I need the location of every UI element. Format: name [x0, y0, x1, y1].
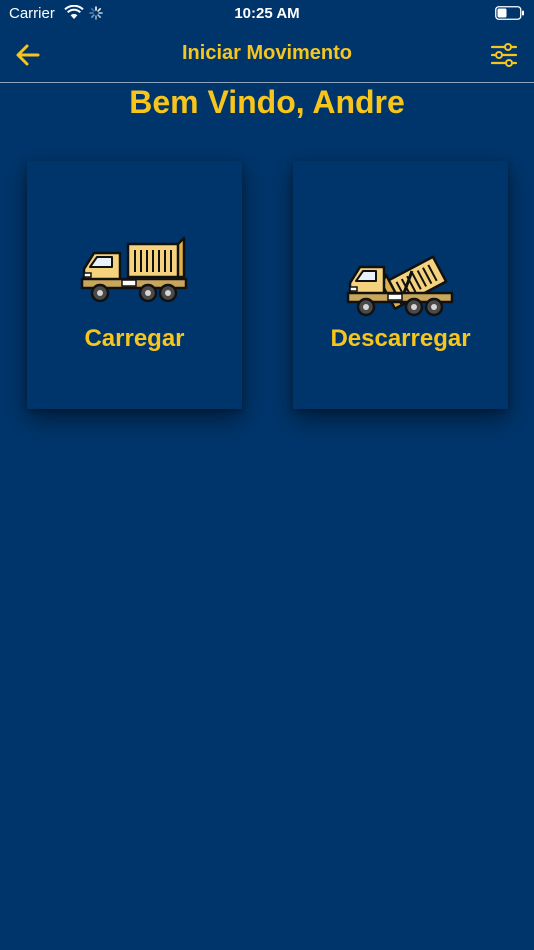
status-bar: Carrier 10:25 AM: [0, 0, 534, 28]
dump-truck-unloading-icon: [346, 255, 453, 317]
welcome-heading: Bem Vindo, Andre: [129, 84, 405, 120]
dump-truck-icon: [80, 236, 187, 303]
page-title: Iniciar Movimento: [181, 42, 353, 64]
status-time: 10:25 AM: [234, 5, 300, 22]
unload-label: Descarregar: [330, 325, 471, 352]
load-card-button[interactable]: Carregar: [27, 161, 242, 409]
sliders-icon[interactable]: [490, 42, 518, 68]
battery-icon: [495, 6, 524, 20]
unload-card-button[interactable]: Descarregar: [293, 161, 508, 409]
navigation-bar: Iniciar Movimento: [0, 28, 534, 83]
load-label: Carregar: [84, 325, 185, 352]
